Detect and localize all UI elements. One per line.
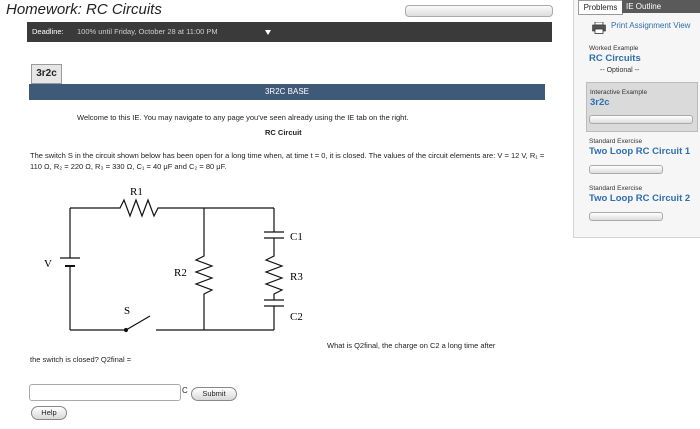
assignment-progress-bar [405, 5, 553, 17]
resistor-r2 [194, 208, 214, 330]
item-type-standard-exercise: Standard Exercise [589, 138, 643, 145]
item-type-interactive-example: Interactive Example [590, 89, 648, 96]
sidebar-item-rc-circuits[interactable]: RC Circuits [589, 53, 641, 64]
item-progress-bar [589, 115, 693, 124]
circuit-title: RC Circuit [265, 128, 302, 137]
section-title-bar: 3R2C BASE [29, 84, 545, 100]
label-r1: R1 [130, 186, 143, 198]
sidebar-item-3r2c[interactable]: 3r2c [590, 97, 610, 108]
submit-button[interactable]: Submit [191, 387, 237, 401]
print-assignment-link[interactable]: Print Assignment View [611, 21, 690, 30]
item-type-standard-exercise: Standard Exercise [589, 185, 643, 192]
deadline-value: 100% until Friday, October 28 at 11:00 P… [77, 27, 218, 36]
question-text: What is Q2final, the charge on C2 a long… [327, 341, 496, 350]
question-continuation: the switch is closed? Q2final = [30, 355, 132, 364]
item-progress-bar [589, 212, 663, 221]
deadline-label: Deadline: [32, 27, 64, 36]
item-progress-bar [589, 165, 663, 174]
optional-note: -- Optional -- [600, 67, 640, 74]
label-c1: C1 [290, 231, 303, 243]
answer-input[interactable] [29, 384, 181, 401]
switch-s [125, 315, 151, 331]
sidebar-item-two-loop-2[interactable]: Two Loop RC Circuit 2 [589, 193, 690, 204]
help-button[interactable]: Help [31, 406, 67, 420]
welcome-text: Welcome to this IE. You may navigate to … [77, 113, 409, 122]
resistor-r3 [264, 238, 284, 300]
label-r2: R2 [174, 267, 187, 279]
sidebar-item-two-loop-1[interactable]: Two Loop RC Circuit 1 [589, 146, 690, 157]
assignment-title: Homework: RC Circuits [6, 1, 162, 18]
label-c2: C2 [290, 311, 303, 323]
circuit-diagram: R1 V R2 C1 R3 C2 S [44, 186, 303, 333]
label-v: V [44, 258, 52, 270]
item-type-worked-example: Worked Example [589, 45, 639, 52]
label-s: S [124, 305, 130, 317]
problem-statement: The switch S in the circuit shown below … [30, 151, 545, 171]
deadline-bar[interactable]: Deadline: 100% until Friday, October 28 … [27, 22, 552, 42]
tab-ie-outline[interactable]: IE Outline [622, 0, 700, 13]
part-tab[interactable]: 3r2c [31, 64, 62, 84]
label-r3: R3 [290, 271, 303, 283]
printer-icon[interactable] [592, 22, 606, 34]
unit-label: C [182, 386, 188, 395]
resistor-r1-wire [70, 198, 274, 218]
dropdown-caret-icon[interactable] [265, 30, 271, 35]
tab-problems[interactable]: Problems [578, 0, 623, 15]
